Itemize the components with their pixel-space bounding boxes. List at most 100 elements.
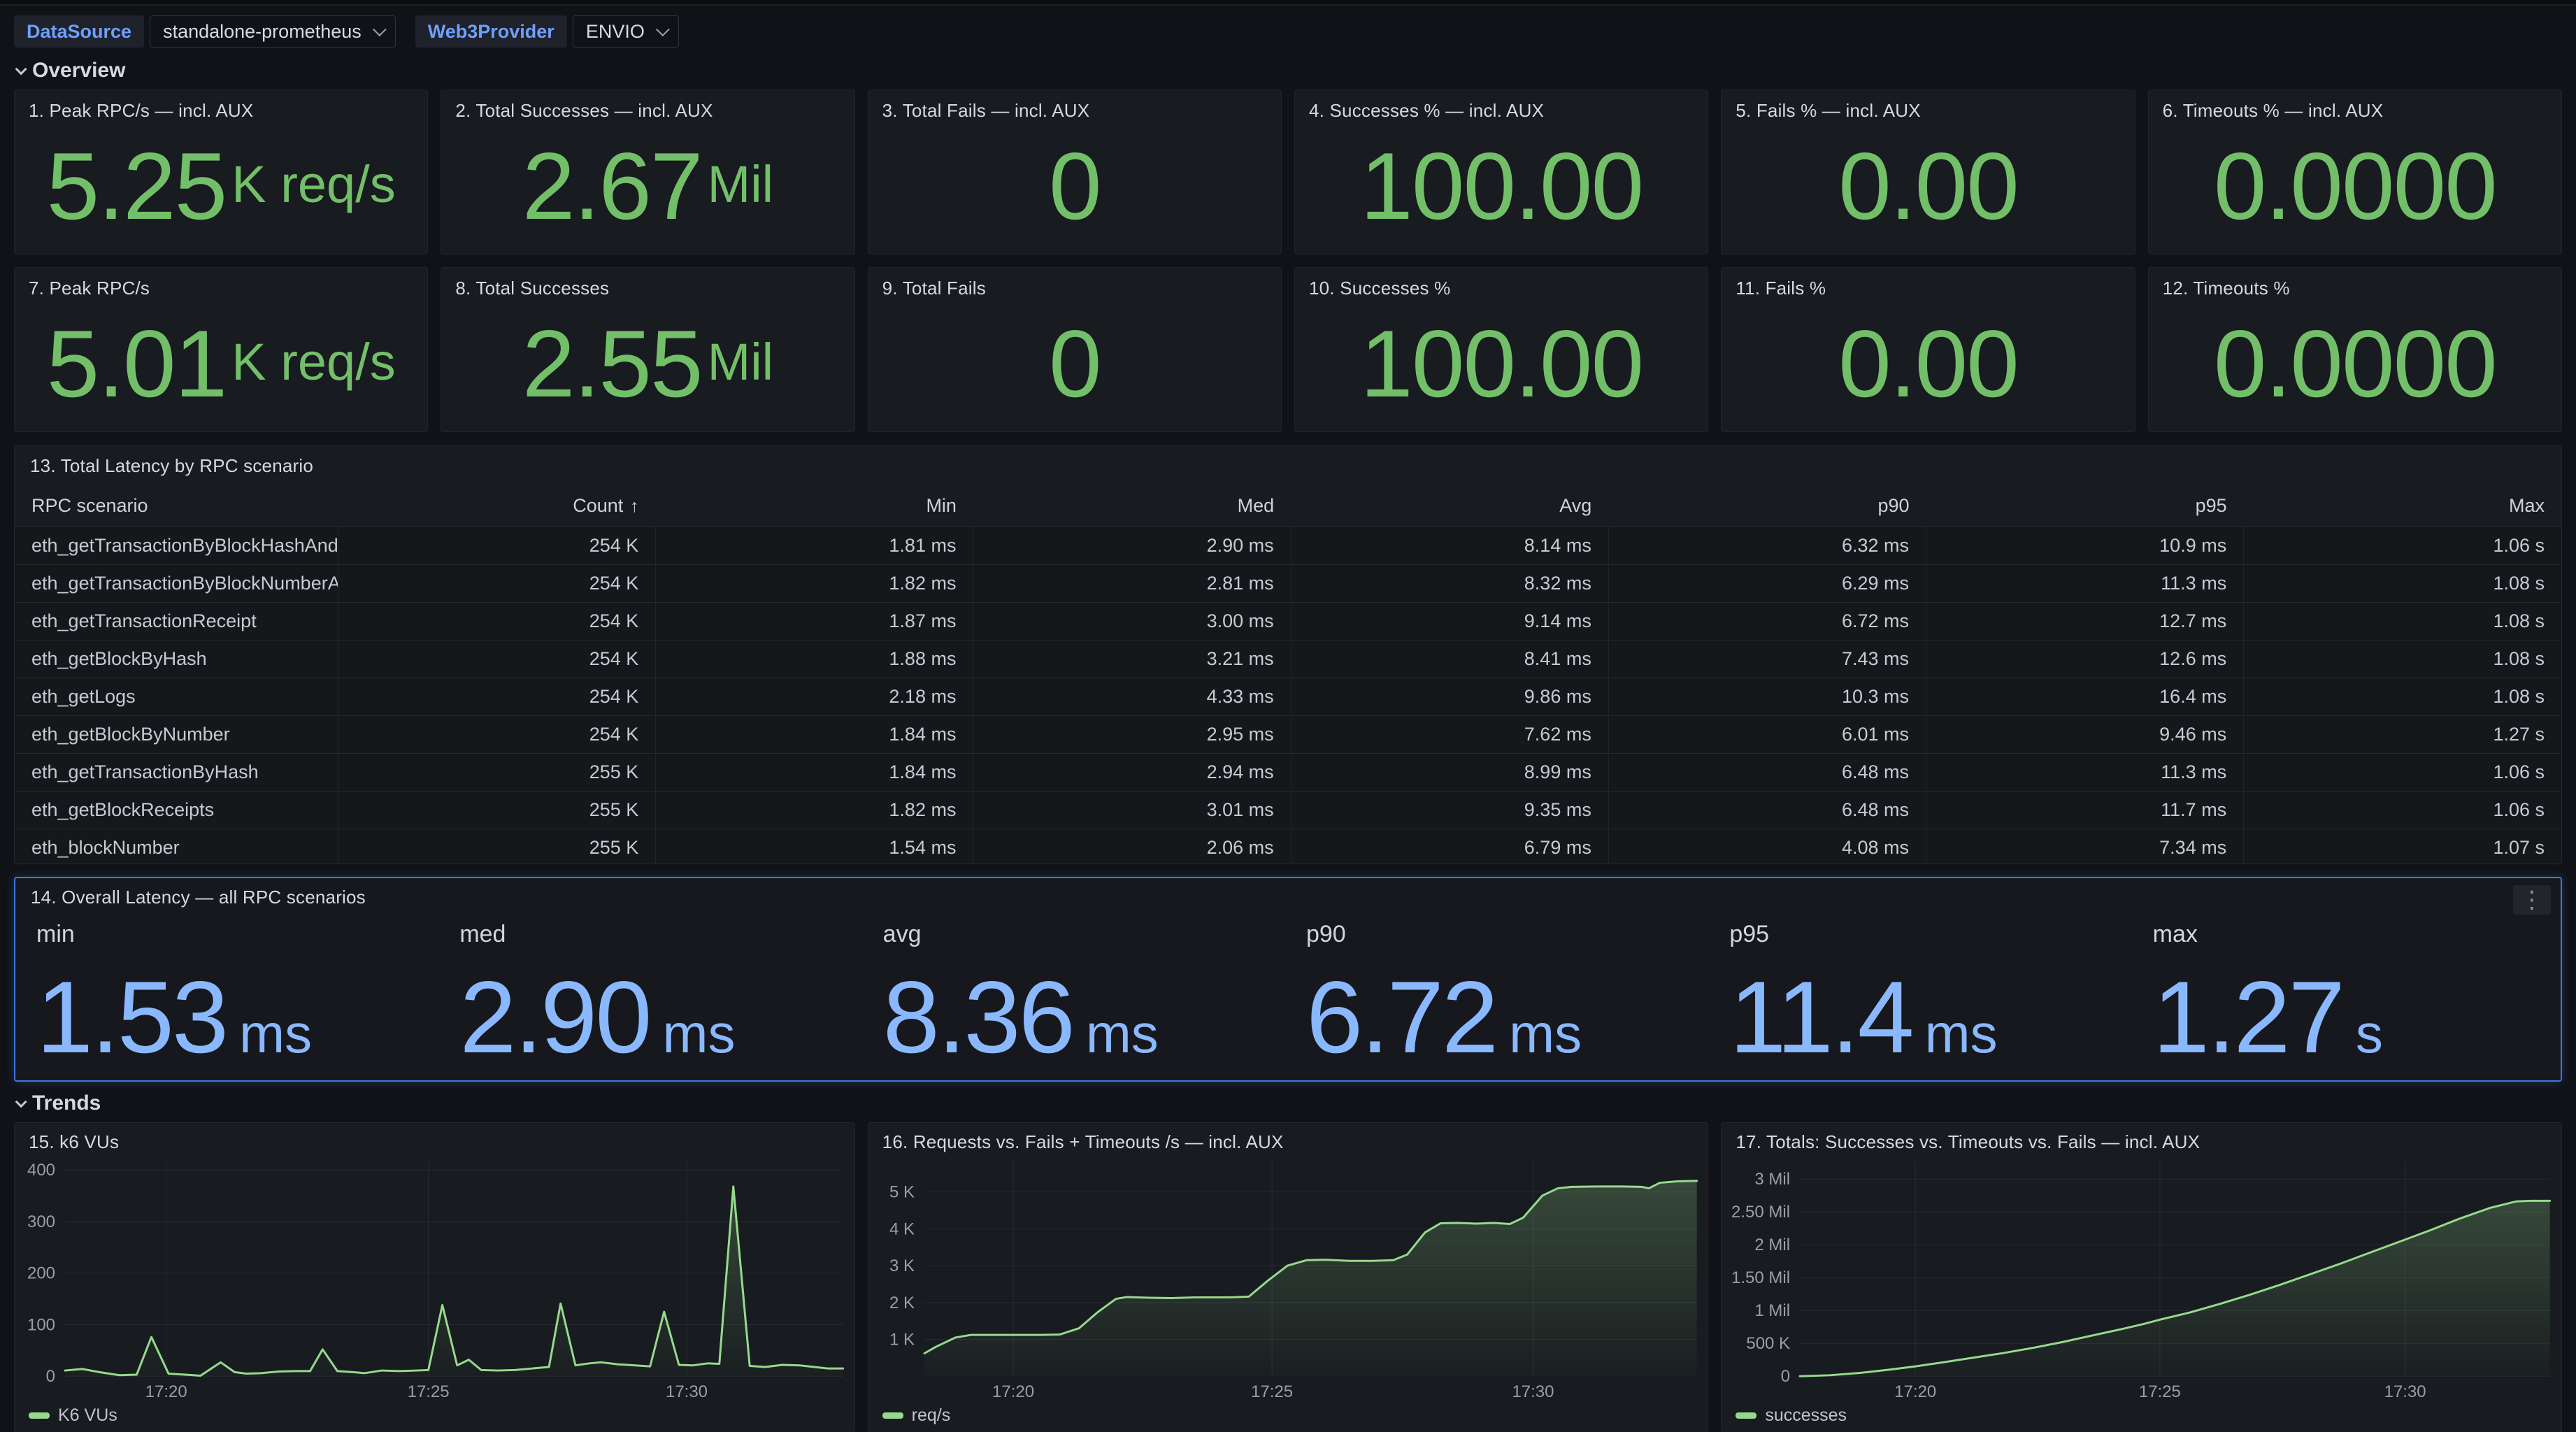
variable-group: Web3ProviderENVIO bbox=[415, 15, 679, 48]
latency-value-cell: 254 K bbox=[338, 678, 656, 716]
stat-value-unit: Mil bbox=[708, 336, 774, 391]
y-axis-tick-label: 2.50 Mil bbox=[1731, 1203, 1790, 1222]
column-header-label: p95 bbox=[2196, 495, 2227, 516]
y-axis-tick-label: 2 Mil bbox=[1755, 1236, 1791, 1254]
stat-label: med bbox=[459, 921, 846, 948]
table-row: eth_getLogs254 K2.18 ms4.33 ms9.86 ms10.… bbox=[15, 678, 2561, 716]
overall-stat-med: med2.90ms bbox=[441, 921, 864, 1068]
column-header-med[interactable]: Med bbox=[973, 485, 1291, 527]
x-axis-tick-label: 17:25 bbox=[408, 1382, 450, 1401]
section-header-overview[interactable]: Overview bbox=[15, 59, 2576, 83]
window-top-strip bbox=[0, 0, 2576, 6]
stat-value: 100.00 bbox=[1301, 296, 1702, 431]
time-series-plot[interactable]: 1 K2 K3 K4 K5 K17:2017:2517:30 bbox=[868, 1154, 1708, 1403]
column-header-avg[interactable]: Avg bbox=[1291, 485, 1608, 527]
panel-menu-kebab-icon[interactable]: ⋮ bbox=[2513, 885, 2551, 915]
latency-value-cell: 9.46 ms bbox=[1926, 716, 2244, 754]
overall-stat-max: max1.27s bbox=[2135, 921, 2558, 1068]
stat-value-unit: ms bbox=[1086, 1002, 1159, 1066]
table-row: eth_getTransactionByHash255 K1.84 ms2.94… bbox=[15, 754, 2561, 792]
latency-value-cell: 2.94 ms bbox=[973, 754, 1291, 792]
overall-stat-avg: avg 8.36ms bbox=[865, 921, 1288, 1068]
overall-stat-p95: p9511.4ms bbox=[1711, 921, 2134, 1068]
legend-item[interactable]: successes bbox=[1722, 1403, 2561, 1432]
stat-value-number: 0 bbox=[1049, 138, 1101, 234]
latency-value-cell: 6.79 ms bbox=[1291, 829, 1608, 865]
column-header-label: Avg bbox=[1559, 495, 1591, 516]
collapse-chevron-icon bbox=[15, 63, 27, 75]
variable-dropdown[interactable]: ENVIO bbox=[573, 15, 679, 48]
sort-ascending-icon: ↑ bbox=[630, 496, 639, 516]
chart-panel: 15. k6 VUs010020030040017:2017:2517:30K6… bbox=[14, 1122, 855, 1432]
latency-value-cell: 1.08 s bbox=[2244, 565, 2561, 603]
stat-value: 6.72ms bbox=[1306, 966, 1693, 1068]
column-header-rpc-scenario[interactable]: RPC scenario bbox=[15, 485, 338, 527]
table-row: eth_getBlockReceipts255 K1.82 ms3.01 ms9… bbox=[15, 792, 2561, 829]
stat-value-unit: s bbox=[2356, 1002, 2383, 1066]
stat-panel: 9. Total Fails0 bbox=[868, 267, 1282, 432]
latency-value-cell: 2.90 ms bbox=[973, 527, 1291, 565]
legend-item[interactable]: K6 VUs bbox=[15, 1403, 854, 1432]
series-name: successes bbox=[1765, 1405, 1847, 1426]
legend-item[interactable]: req/s bbox=[868, 1403, 1708, 1432]
stat-value-number: 1.53 bbox=[36, 966, 227, 1068]
stat-value-unit: K req/s bbox=[231, 336, 395, 391]
latency-value-cell: 254 K bbox=[338, 527, 656, 565]
latency-value-cell: 1.06 s bbox=[2244, 527, 2561, 565]
latency-value-cell: 254 K bbox=[338, 565, 656, 603]
panel-title: 13. Total Latency by RPC scenario bbox=[15, 455, 2561, 477]
x-axis-tick-label: 17:30 bbox=[666, 1382, 708, 1401]
stat-value-number: 2.55 bbox=[522, 316, 702, 411]
column-header-p95[interactable]: p95 bbox=[1926, 485, 2244, 527]
column-header-p90[interactable]: p90 bbox=[1608, 485, 1926, 527]
latency-value-cell: 6.72 ms bbox=[1608, 603, 1926, 640]
latency-value-cell: 4.08 ms bbox=[1608, 829, 1926, 865]
column-header-max[interactable]: Max bbox=[2244, 485, 2561, 527]
latency-value-cell: 11.7 ms bbox=[1926, 792, 2244, 829]
stat-label: avg bbox=[883, 921, 1270, 948]
stat-label: p95 bbox=[1729, 921, 2116, 948]
latency-table-panel: 13. Total Latency by RPC scenario RPC sc… bbox=[14, 445, 2562, 864]
stat-value-unit: ms bbox=[663, 1002, 736, 1066]
series-name: req/s bbox=[912, 1405, 951, 1426]
stat-value-unit: ms bbox=[1925, 1002, 1998, 1066]
column-header-label: RPC scenario bbox=[31, 495, 148, 516]
time-series-plot[interactable]: 0500 K1 Mil1.50 Mil2 Mil2.50 Mil3 Mil17:… bbox=[1722, 1154, 2561, 1403]
table-row: eth_getTransactionReceipt254 K1.87 ms3.0… bbox=[15, 603, 2561, 640]
stat-value: 0.00 bbox=[1727, 296, 2128, 431]
x-axis-tick-label: 17:20 bbox=[1895, 1382, 1937, 1401]
time-series-plot[interactable]: 010020030040017:2017:2517:30 bbox=[15, 1154, 854, 1403]
latency-value-cell: 2.06 ms bbox=[973, 829, 1291, 865]
column-header-label: Count bbox=[573, 495, 623, 516]
stat-value: 0 bbox=[874, 118, 1275, 254]
latency-table: RPC scenario Count ↑ MinMed Avg p90 p95 Max eth… bbox=[15, 485, 2561, 864]
rpc-scenario-cell: eth_getLogs bbox=[15, 678, 338, 716]
latency-value-cell: 1.07 s bbox=[2244, 829, 2561, 865]
latency-value-cell: 10.9 ms bbox=[1926, 527, 2244, 565]
stat-panel: 12. Timeouts %0.0000 bbox=[2148, 267, 2562, 432]
table-row: eth_getTransactionByBlockHashAndIndex254… bbox=[15, 527, 2561, 565]
variable-dropdown[interactable]: standalone-prometheus bbox=[150, 15, 396, 48]
stat-value-number: 5.25 bbox=[47, 138, 227, 234]
column-header-min[interactable]: Min bbox=[656, 485, 973, 527]
stat-value: 5.25K req/s bbox=[20, 118, 422, 254]
stat-value: 2.55Mil bbox=[447, 296, 848, 431]
section-header-trends[interactable]: Trends bbox=[15, 1091, 2562, 1115]
y-axis-tick-label: 500 K bbox=[1747, 1334, 1791, 1353]
stat-value-number: 0.0000 bbox=[2214, 138, 2496, 234]
stat-value: 8.36ms bbox=[883, 966, 1270, 1068]
latency-value-cell: 11.3 ms bbox=[1926, 754, 2244, 792]
rpc-scenario-cell: eth_getTransactionByBlockNumberAndIndex bbox=[15, 565, 338, 603]
latency-value-cell: 6.01 ms bbox=[1608, 716, 1926, 754]
column-header-label: p90 bbox=[1877, 495, 1909, 516]
latency-value-cell: 1.06 s bbox=[2244, 754, 2561, 792]
rpc-scenario-cell: eth_getBlockByNumber bbox=[15, 716, 338, 754]
stat-value-unit: K req/s bbox=[231, 159, 395, 213]
latency-value-cell: 254 K bbox=[338, 640, 656, 678]
latency-value-cell: 9.35 ms bbox=[1291, 792, 1608, 829]
y-axis-tick-label: 100 bbox=[27, 1315, 55, 1334]
y-axis-tick-label: 3 K bbox=[889, 1256, 915, 1275]
column-header-count[interactable]: Count ↑ bbox=[338, 485, 656, 527]
stat-value: 0.0000 bbox=[2154, 296, 2556, 431]
column-header-label: Max bbox=[2509, 495, 2545, 516]
